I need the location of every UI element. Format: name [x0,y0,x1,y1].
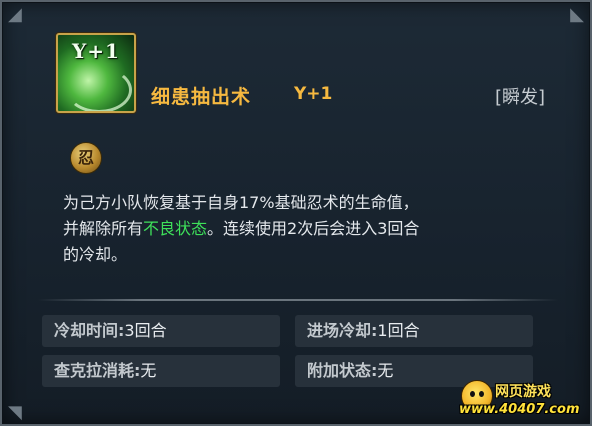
corner-ornament-icon: ◥ [8,402,22,423]
stat-value: 1回合 [377,321,420,340]
stat-value: 无 [377,361,394,380]
watermark-title: 网页游戏 [495,384,551,400]
description-text: 的冷却。 [63,245,128,264]
cast-type: [瞬发] [495,87,546,108]
skill-icon-label: Y+1 [72,39,120,63]
healing-swirl-icon: Y+1 [56,33,136,113]
section-divider [38,299,558,301]
stat-chakra-cost: 查克拉消耗:无 [42,355,280,387]
description-text: 。连续使用2次后会进入3回合 [207,219,420,238]
stat-label: 附加状态: [307,361,378,380]
corner-ornament-icon: ◢ [8,4,22,25]
skill-name: 细患抽出术 [151,86,252,108]
swirl-decoration [66,67,132,111]
skill-description: 为己方小队恢复基于自身17%基础忍术的生命值， 并解除所有不良状态。连续使用2次… [63,190,543,268]
stat-label: 进场冷却: [307,321,378,340]
description-text: 并解除所有 [63,219,144,238]
ninjutsu-badge-icon: 忍 [70,142,102,174]
description-text: 为己方小队恢复基于自身17%基础忍术的生命值， [63,193,419,212]
corner-ornament-icon: ◣ [570,4,584,25]
stat-label: 查克拉消耗: [54,361,141,380]
watermark-url: www.40407.com [459,402,580,417]
skill-level: Y+1 [294,84,333,104]
stat-entry-cooldown: 进场冷却:1回合 [295,315,533,347]
stat-value: 无 [140,361,157,380]
debuff-highlight: 不良状态 [143,219,208,238]
stat-value: 3回合 [124,321,167,340]
stat-cooldown: 冷却时间:3回合 [42,315,280,347]
site-watermark: 网页游戏 www.40407.com [457,378,587,422]
skill-tooltip-panel: ◢ ◣ ◥ Y+1 细患抽出术 Y+1 [瞬发] 忍 为己方小队恢复基于自身17… [0,0,592,426]
stat-label: 冷却时间: [54,321,125,340]
